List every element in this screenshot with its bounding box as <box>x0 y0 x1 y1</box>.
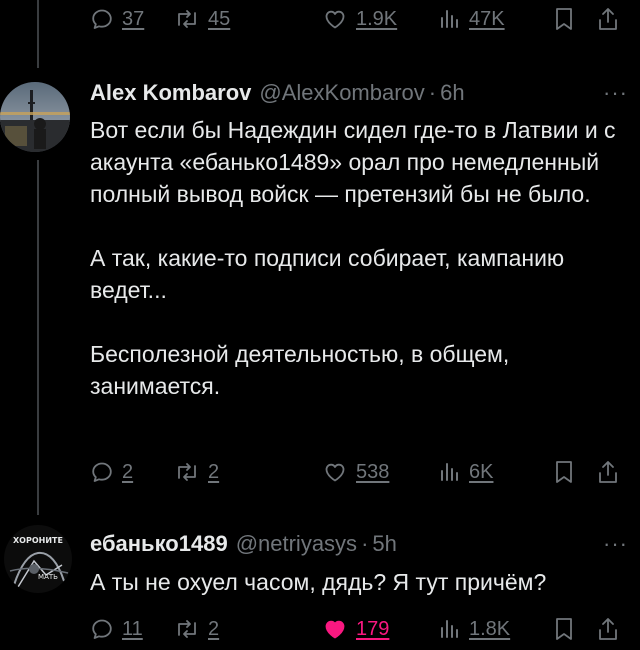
bookmark-button[interactable] <box>552 459 576 485</box>
like-count: 538 <box>356 461 390 483</box>
timestamp[interactable]: 5h <box>372 531 396 557</box>
heart-filled-icon <box>325 620 345 639</box>
tweet1-paragraph-1: Вот если бы Надеждин сидел где-то в Латв… <box>90 117 616 207</box>
retweet-icon <box>178 620 196 638</box>
tweet1-header: Alex Kombarov @AlexKombarov · 6h <box>90 80 630 106</box>
tweet1-paragraph-3: Бесполезной деятельностью, в общем, зани… <box>90 341 510 399</box>
retweet-button[interactable]: 2 <box>174 460 219 484</box>
share-button[interactable] <box>596 459 620 485</box>
reply-count: 11 <box>122 618 143 640</box>
reply-count: 2 <box>122 461 134 483</box>
tweet1-body: Вот если бы Надеждин сидел где-то в Латв… <box>90 114 622 402</box>
separator: · <box>361 531 369 556</box>
tweet2-action-bar: 11 2 179 1.8K <box>82 612 630 646</box>
views-icon <box>441 620 458 638</box>
avatar-image <box>0 82 70 152</box>
views-button[interactable]: 6K <box>437 460 493 484</box>
views-icon <box>441 10 458 28</box>
views-icon <box>441 463 458 481</box>
thread-line-middle <box>37 160 39 515</box>
reply-count: 37 <box>122 8 145 30</box>
like-button[interactable]: 1.9K <box>322 7 397 31</box>
share-button[interactable] <box>596 6 620 32</box>
views-button[interactable]: 1.8K <box>437 617 510 641</box>
views-count: 6K <box>469 461 494 483</box>
more-options-icon[interactable]: ··· <box>603 80 628 106</box>
timestamp[interactable]: 6h <box>440 80 464 106</box>
retweet-count: 2 <box>208 618 220 640</box>
bookmark-icon <box>556 461 572 483</box>
more-options-icon[interactable]: ··· <box>603 531 628 557</box>
bookmark-button[interactable] <box>552 6 576 32</box>
avatar-image: ХОРОНИТЕ МАТЬ <box>4 525 72 593</box>
avatar-alex-kombarov[interactable] <box>0 82 70 152</box>
author-handle[interactable]: @AlexKombarov <box>259 80 424 106</box>
share-icon <box>599 618 617 640</box>
tweet2-body: А ты не охуел часом, дядь? Я тут причём? <box>90 566 622 598</box>
avatar-ebanko1489[interactable]: ХОРОНИТЕ МАТЬ <box>4 525 72 593</box>
bookmark-button[interactable] <box>552 616 576 642</box>
like-count: 179 <box>356 618 390 640</box>
retweet-button[interactable]: 2 <box>174 617 219 641</box>
reply-icon <box>92 462 112 482</box>
share-button[interactable] <box>596 616 620 642</box>
avatar-caption-top: ХОРОНИТЕ <box>13 536 63 545</box>
retweet-count: 45 <box>208 8 231 30</box>
share-icon <box>599 461 617 483</box>
thread-line-top <box>37 0 39 68</box>
reply-button[interactable]: 2 <box>90 460 133 484</box>
author-name[interactable]: ебанько1489 <box>90 531 228 557</box>
separator: · <box>428 80 437 105</box>
views-button[interactable]: 47K <box>437 7 505 31</box>
views-count: 1.8K <box>469 618 511 640</box>
like-button[interactable]: 538 <box>322 460 389 484</box>
retweet-icon <box>178 463 196 481</box>
like-button[interactable]: 179 <box>322 617 389 641</box>
author-handle[interactable]: @netriyasys <box>236 531 357 557</box>
share-icon <box>599 8 617 30</box>
heart-icon <box>325 463 345 482</box>
bookmark-icon <box>556 8 572 30</box>
author-name[interactable]: Alex Kombarov <box>90 80 251 106</box>
retweet-icon <box>178 10 196 28</box>
avatar-caption-bottom: МАТЬ <box>38 573 58 581</box>
reply-icon <box>92 9 112 29</box>
tweet1-paragraph-2: А так, какие-то подписи собирает, кампан… <box>90 245 565 303</box>
retweet-count: 2 <box>208 461 220 483</box>
tweet2-text: А ты не охуел часом, дядь? Я тут причём? <box>90 569 547 595</box>
reply-button[interactable]: 37 <box>90 7 144 31</box>
bookmark-icon <box>556 618 572 640</box>
top-action-bar: 37 45 1.9K 47K <box>82 2 630 36</box>
like-count: 1.9K <box>356 8 398 30</box>
tweet2-header: ебанько1489 @netriyasys · 5h <box>90 531 630 557</box>
retweet-button[interactable]: 45 <box>174 7 230 31</box>
tweet1-action-bar: 2 2 538 6K <box>82 455 630 489</box>
reply-icon <box>92 619 112 639</box>
reply-button[interactable]: 11 <box>90 617 143 641</box>
heart-icon <box>325 10 345 29</box>
views-count: 47K <box>469 8 505 30</box>
